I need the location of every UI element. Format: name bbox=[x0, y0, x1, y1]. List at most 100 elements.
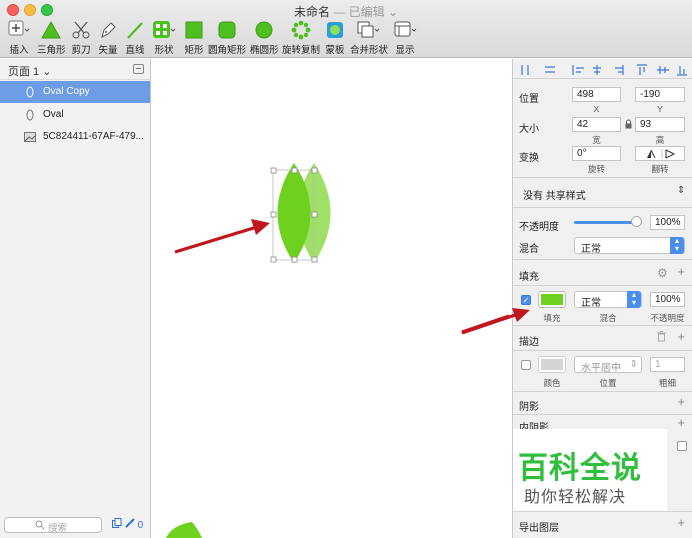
stepper-icon: ▴ ▾ bbox=[627, 291, 641, 308]
layer-item-image[interactable]: 5C824411-67AF-479... bbox=[0, 126, 150, 148]
rotate-copy-button[interactable]: 旋转复制 bbox=[282, 20, 320, 56]
shadow-header: 阴影 bbox=[519, 402, 539, 413]
page-selector[interactable]: 页面 1 ⌄ bbox=[8, 63, 51, 79]
border-position-caption: 位置 bbox=[599, 378, 617, 388]
size-label: 大小 bbox=[519, 124, 539, 135]
window-title: 未命名 — 已编辑 ⌄ bbox=[0, 3, 692, 20]
mask-button[interactable]: 蒙板 bbox=[323, 20, 347, 56]
chevron-updown-icon[interactable]: ⇕ bbox=[677, 185, 685, 196]
divider bbox=[513, 285, 692, 286]
position-x-field[interactable]: 498 bbox=[572, 87, 621, 102]
border-color-well[interactable] bbox=[538, 356, 566, 373]
border-position-value: 水平居中 bbox=[581, 363, 621, 374]
fill-opacity-field[interactable]: 100% bbox=[650, 292, 685, 307]
flip-caption: 翻转 bbox=[651, 164, 669, 174]
opacity-field[interactable]: 100% bbox=[650, 215, 685, 230]
height-field[interactable]: 93 bbox=[635, 117, 685, 132]
rounded-rect-label: 圆角矩形 bbox=[208, 45, 247, 56]
layers-panel: 页面 1 ⌄ Oval Copy Oval 5C824411-67AF-479.… bbox=[0, 59, 151, 538]
display-button[interactable]: 显示 bbox=[392, 20, 418, 56]
brush-icon[interactable] bbox=[125, 518, 138, 531]
collapse-pages-icon[interactable] bbox=[133, 64, 144, 74]
line-icon bbox=[125, 20, 145, 40]
height-caption: 高 bbox=[655, 135, 665, 145]
oval-layer-icon bbox=[25, 86, 35, 101]
shared-style-selector[interactable]: 没有 共享样式 bbox=[523, 187, 586, 202]
shapes-button[interactable]: 形状 bbox=[151, 20, 177, 56]
red-arrow-fill-head bbox=[461, 308, 530, 335]
gear-icon[interactable]: ⚙ bbox=[657, 266, 668, 280]
fill-color-well[interactable] bbox=[538, 291, 566, 308]
add-fill-icon[interactable]: + bbox=[677, 264, 685, 279]
width-field[interactable]: 42 bbox=[572, 117, 621, 132]
divider bbox=[513, 511, 692, 512]
border-position-select[interactable]: 水平居中 ⇕ bbox=[574, 356, 642, 374]
pen-icon bbox=[98, 20, 118, 40]
canvas[interactable] bbox=[152, 59, 512, 538]
position-y-field[interactable]: -190 bbox=[635, 87, 685, 102]
layer-count-badge: 0 bbox=[137, 520, 144, 531]
fill-header: 填充 bbox=[519, 272, 539, 283]
combine-icon bbox=[356, 20, 380, 40]
triangle-icon bbox=[41, 20, 61, 40]
layer-item-oval-copy[interactable]: Oval Copy bbox=[0, 81, 150, 103]
blend-label: 混合 bbox=[519, 244, 539, 255]
opacity-slider-knob[interactable] bbox=[631, 216, 642, 227]
divider bbox=[513, 325, 692, 326]
y-caption: Y bbox=[657, 104, 663, 114]
trash-icon[interactable] bbox=[657, 331, 666, 345]
layer-item-oval[interactable]: Oval bbox=[0, 104, 150, 126]
triangle-label: 三角形 bbox=[37, 45, 66, 56]
oval-button[interactable]: 椭圆形 bbox=[250, 20, 279, 56]
fill-blend-caption: 混合 bbox=[599, 313, 617, 323]
mask-label: 蒙板 bbox=[325, 45, 345, 56]
oval-layer-icon bbox=[25, 109, 35, 124]
border-color-swatch bbox=[541, 359, 563, 370]
option-checkbox[interactable] bbox=[677, 441, 687, 451]
rotate-copy-icon bbox=[291, 20, 311, 40]
border-enabled-checkbox[interactable] bbox=[521, 360, 531, 370]
layer-tools[interactable]: 0 bbox=[112, 518, 143, 531]
triangle-button[interactable]: 三角形 bbox=[37, 20, 66, 56]
add-export-icon[interactable]: + bbox=[677, 515, 685, 530]
transform-label: 变换 bbox=[519, 153, 539, 164]
watermark-title: 百科全说 bbox=[518, 451, 642, 486]
add-inner-shadow-icon[interactable]: + bbox=[677, 415, 685, 430]
chevron-updown-icon: ⇕ bbox=[629, 359, 638, 370]
add-border-icon[interactable]: + bbox=[677, 329, 685, 344]
shapes-label: 形状 bbox=[154, 45, 174, 56]
layer-name: Oval bbox=[43, 109, 64, 120]
lock-icon[interactable] bbox=[625, 119, 632, 132]
copy-icon[interactable] bbox=[112, 518, 125, 531]
rotate-copy-label: 旋转复制 bbox=[282, 45, 321, 56]
scissors-button[interactable]: 剪刀 bbox=[70, 20, 92, 56]
vector-button[interactable]: 矢量 bbox=[97, 20, 119, 56]
border-thickness-field[interactable]: 1 bbox=[650, 357, 685, 372]
mask-icon bbox=[325, 20, 345, 40]
rotation-caption: 旋转 bbox=[587, 164, 605, 174]
red-arrow-annotation bbox=[174, 219, 270, 254]
flip-control[interactable] bbox=[635, 146, 685, 161]
rounded-rect-icon bbox=[217, 20, 237, 40]
window-title-status: — 已编辑 ⌄ bbox=[333, 5, 399, 19]
rotation-field[interactable]: 0° bbox=[572, 146, 621, 161]
line-button[interactable]: 直线 bbox=[124, 20, 146, 56]
insert-button[interactable]: 插入 bbox=[6, 20, 32, 56]
combine-shapes-button[interactable]: 合并形状 bbox=[350, 20, 388, 56]
oval-copy-shape[interactable] bbox=[277, 163, 311, 263]
x-caption: X bbox=[593, 104, 600, 114]
fill-color-swatch bbox=[541, 294, 563, 305]
rounded-rect-button[interactable]: 圆角矩形 bbox=[208, 20, 246, 56]
divider bbox=[513, 350, 692, 351]
image-layer-icon bbox=[24, 131, 36, 146]
add-shadow-icon[interactable]: + bbox=[677, 394, 685, 409]
rectangle-label: 矩形 bbox=[184, 45, 204, 56]
plus-icon bbox=[8, 20, 30, 40]
blend-select[interactable]: 正常 ▴ ▾ bbox=[574, 237, 685, 255]
export-header: 导出图层 bbox=[519, 523, 559, 534]
fill-blend-select[interactable]: 正常 ▴ ▾ bbox=[574, 291, 642, 309]
fill-caption: 填充 bbox=[543, 313, 561, 323]
display-icon bbox=[393, 20, 417, 40]
layer-search-input[interactable]: 搜索 bbox=[4, 517, 102, 534]
rectangle-button[interactable]: 矩形 bbox=[183, 20, 205, 56]
